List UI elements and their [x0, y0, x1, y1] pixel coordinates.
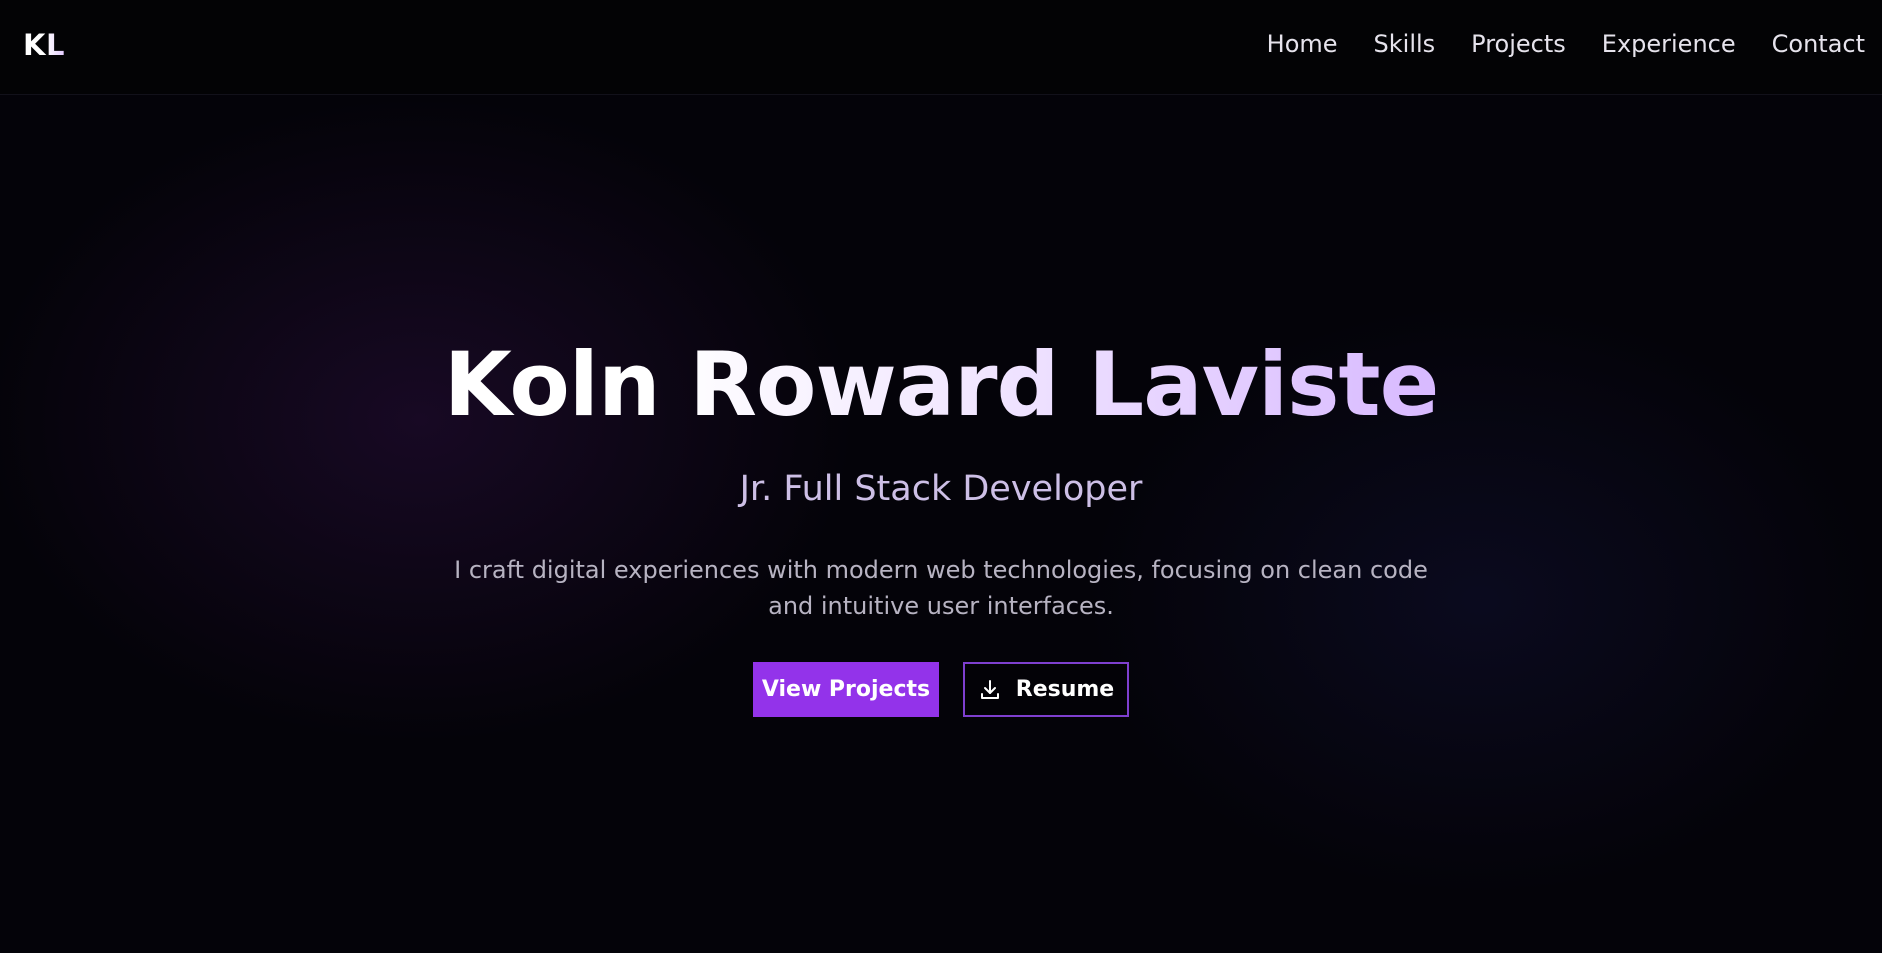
hero-buttons: View Projects Resume — [0, 662, 1882, 717]
download-icon — [978, 678, 1002, 702]
nav-link-contact[interactable]: Contact — [1772, 30, 1865, 58]
nav-link-home[interactable]: Home — [1267, 30, 1338, 58]
nav-links: Home Skills Projects Experience Contact — [1267, 30, 1865, 58]
nav-link-projects[interactable]: Projects — [1471, 30, 1566, 58]
nav-link-experience[interactable]: Experience — [1602, 30, 1736, 58]
nav-link-skills[interactable]: Skills — [1374, 30, 1436, 58]
resume-button[interactable]: Resume — [963, 662, 1129, 717]
view-projects-button[interactable]: View Projects — [753, 662, 939, 717]
view-projects-label: View Projects — [761, 677, 931, 702]
portfolio-page: KL Home Skills Projects Experience Conta… — [0, 0, 1882, 953]
hero-description: I craft digital experiences with modern … — [454, 556, 1428, 620]
resume-label: Resume — [1015, 677, 1115, 702]
hero-role: Jr. Full Stack Developer — [739, 469, 1143, 509]
hero-section: Koln Roward Laviste Jr. Full Stack Devel… — [0, 95, 1882, 953]
navbar: KL Home Skills Projects Experience Conta… — [0, 0, 1882, 95]
hero-name: Koln Roward Laviste — [0, 336, 1882, 434]
logo[interactable]: KL — [23, 28, 65, 62]
